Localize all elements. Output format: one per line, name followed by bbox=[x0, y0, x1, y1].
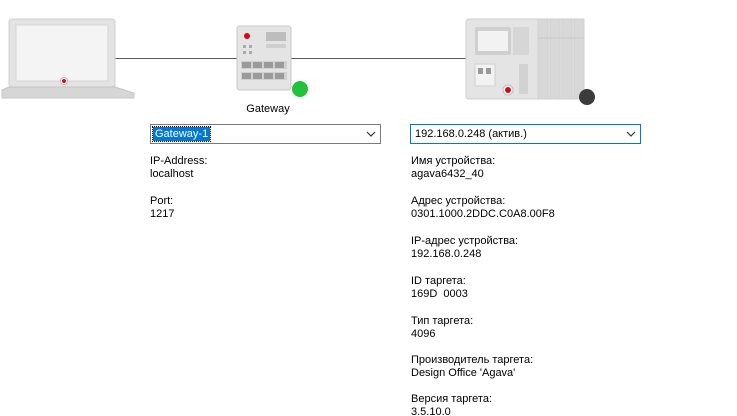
target-id-block: ID таргета: 169D 0003 bbox=[411, 275, 468, 301]
target-vendor-label: Производитель таргета: bbox=[411, 354, 534, 366]
target-type-label: Тип таргета: bbox=[411, 315, 474, 327]
device-name-block: Имя устройства: agava6432_40 bbox=[411, 155, 495, 181]
device-address-block: Адрес устройства: 0301.1000.2DDC.C0A8.00… bbox=[411, 195, 555, 221]
gateway-status-dot bbox=[292, 81, 308, 97]
gateway-ip-block: IP-Address: localhost bbox=[150, 155, 207, 181]
target-vendor-value: Design Office 'Agava' bbox=[411, 367, 516, 379]
chevron-down-icon bbox=[366, 131, 376, 137]
device-selector[interactable]: 192.168.0.248 (актив.) bbox=[410, 124, 641, 144]
target-version-value: 3.5.10.0 bbox=[411, 406, 451, 416]
target-id-value: 169D 0003 bbox=[411, 288, 468, 300]
device-address-value: 0301.1000.2DDC.C0A8.00F8 bbox=[411, 208, 555, 220]
gateway-ip-value: localhost bbox=[150, 168, 194, 180]
gateway-selector[interactable]: Gateway-1 bbox=[150, 124, 381, 144]
laptop-icon bbox=[1, 18, 135, 99]
gateway-label: Gateway bbox=[246, 103, 290, 115]
target-vendor-block: Производитель таргета: Design Office 'Ag… bbox=[411, 354, 533, 380]
device-ip-label: IP-адрес устройства: bbox=[411, 235, 519, 247]
device-status-dot bbox=[579, 89, 595, 105]
gateway-ip-label: IP-Address: bbox=[150, 155, 208, 167]
plc-device-icon[interactable] bbox=[465, 18, 600, 108]
gateway-port-label: Port: bbox=[150, 195, 174, 207]
target-version-block: Версия таргета: 3.5.10.0 bbox=[411, 393, 492, 416]
target-id-label: ID таргета: bbox=[411, 275, 466, 287]
target-type-block: Тип таргета: 4096 bbox=[411, 315, 473, 341]
device-name-label: Имя устройства: bbox=[411, 155, 496, 167]
device-ip-block: IP-адрес устройства: 192.168.0.248 bbox=[411, 235, 518, 261]
gateway-port-value: 1217 bbox=[150, 208, 175, 220]
target-type-value: 4096 bbox=[411, 328, 436, 340]
target-version-label: Версия таргета: bbox=[411, 393, 492, 405]
network-topology-view: Gateway Gateway-1 192.168.0.248 (актив.) bbox=[0, 0, 737, 416]
device-address-label: Адрес устройства: bbox=[411, 195, 506, 207]
chevron-down-icon bbox=[626, 131, 636, 137]
device-name-value: agava6432_40 bbox=[411, 168, 484, 180]
gateway-device-icon[interactable] bbox=[236, 25, 308, 97]
gateway-port-block: Port: 1217 bbox=[150, 195, 174, 221]
device-ip-value: 192.168.0.248 bbox=[411, 248, 482, 260]
gateway-selector-value: Gateway-1 bbox=[151, 126, 212, 142]
device-selector-value: 192.168.0.248 (актив.) bbox=[415, 128, 527, 140]
